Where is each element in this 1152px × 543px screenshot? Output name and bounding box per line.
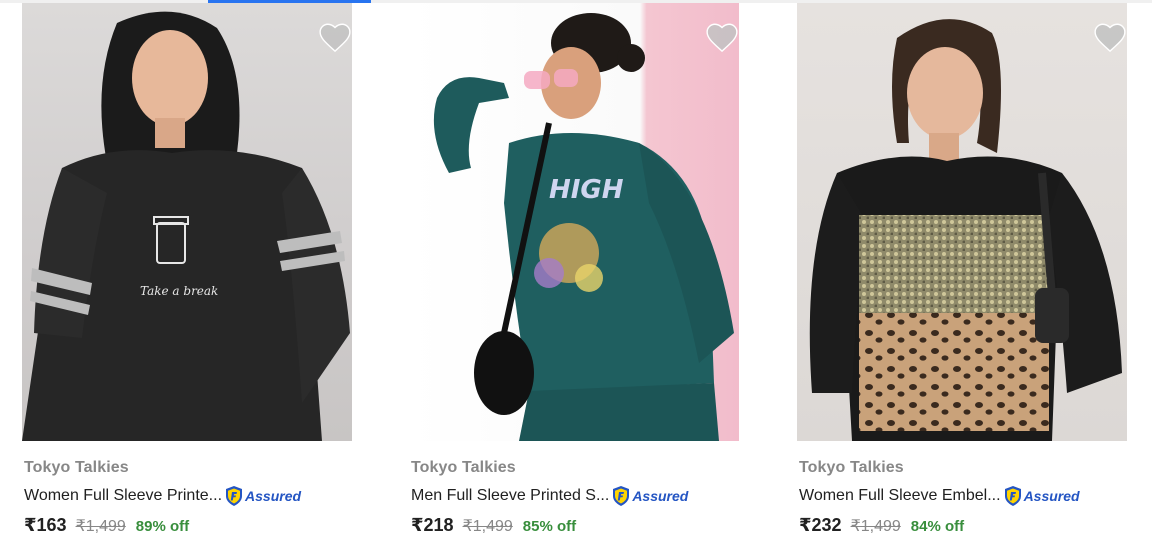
assured-label: Assured bbox=[245, 488, 302, 504]
selling-price: ₹232 bbox=[799, 515, 842, 535]
product-image[interactable]: HIGH bbox=[409, 3, 739, 441]
heart-icon[interactable] bbox=[1093, 21, 1127, 53]
heart-icon[interactable] bbox=[318, 21, 352, 53]
wishlist-button[interactable] bbox=[1093, 21, 1127, 53]
product-brand: Tokyo Talkies bbox=[411, 459, 516, 476]
assured-label: Assured bbox=[1023, 488, 1080, 504]
product-title[interactable]: Women Full Sleeve Printe... bbox=[24, 487, 222, 505]
svg-text:HIGH: HIGH bbox=[549, 175, 624, 205]
assured-shield-icon bbox=[613, 486, 630, 506]
original-price: ₹1,499 bbox=[462, 518, 513, 535]
product-title-row[interactable]: Men Full Sleeve Printed S... Assured bbox=[411, 484, 741, 508]
product-card[interactable]: Tokyo Talkies Women Full Sleeve Embel...… bbox=[797, 3, 1127, 543]
svg-text:Take a break: Take a break bbox=[140, 284, 218, 298]
discount-label: 85% off bbox=[522, 518, 577, 535]
price-row: ₹218 ₹1,499 85% off bbox=[411, 515, 576, 536]
assured-label: Assured bbox=[632, 488, 689, 504]
assured-shield-icon bbox=[226, 486, 243, 506]
product-card[interactable]: HIGH Tokyo Talkies Men Full Sleeve Print… bbox=[409, 3, 739, 543]
product-title[interactable]: Men Full Sleeve Printed S... bbox=[411, 487, 609, 505]
discount-label: 84% off bbox=[910, 518, 965, 535]
product-title-row[interactable]: Women Full Sleeve Printe... Assured bbox=[24, 484, 354, 508]
product-brand: Tokyo Talkies bbox=[24, 459, 129, 476]
product-title[interactable]: Women Full Sleeve Embel... bbox=[799, 487, 1001, 505]
product-image[interactable] bbox=[797, 3, 1127, 441]
discount-label: 89% off bbox=[135, 518, 190, 535]
selling-price: ₹163 bbox=[24, 515, 67, 535]
wishlist-button[interactable] bbox=[318, 21, 352, 53]
selling-price: ₹218 bbox=[411, 515, 454, 535]
product-image[interactable]: Take a break bbox=[22, 3, 352, 441]
price-row: ₹163 ₹1,499 89% off bbox=[24, 515, 189, 536]
wishlist-button[interactable] bbox=[705, 21, 739, 53]
product-title-row[interactable]: Women Full Sleeve Embel... Assured bbox=[799, 484, 1129, 508]
product-card[interactable]: Take a break Tokyo Talkies Women Full Sl… bbox=[22, 3, 352, 543]
original-price: ₹1,499 bbox=[75, 518, 126, 535]
assured-badge: Assured bbox=[224, 485, 301, 507]
assured-shield-icon bbox=[1004, 486, 1021, 506]
original-price: ₹1,499 bbox=[850, 518, 901, 535]
assured-badge: Assured bbox=[611, 485, 688, 507]
heart-icon[interactable] bbox=[705, 21, 739, 53]
assured-badge: Assured bbox=[1003, 485, 1080, 507]
price-row: ₹232 ₹1,499 84% off bbox=[799, 515, 964, 536]
product-brand: Tokyo Talkies bbox=[799, 459, 904, 476]
